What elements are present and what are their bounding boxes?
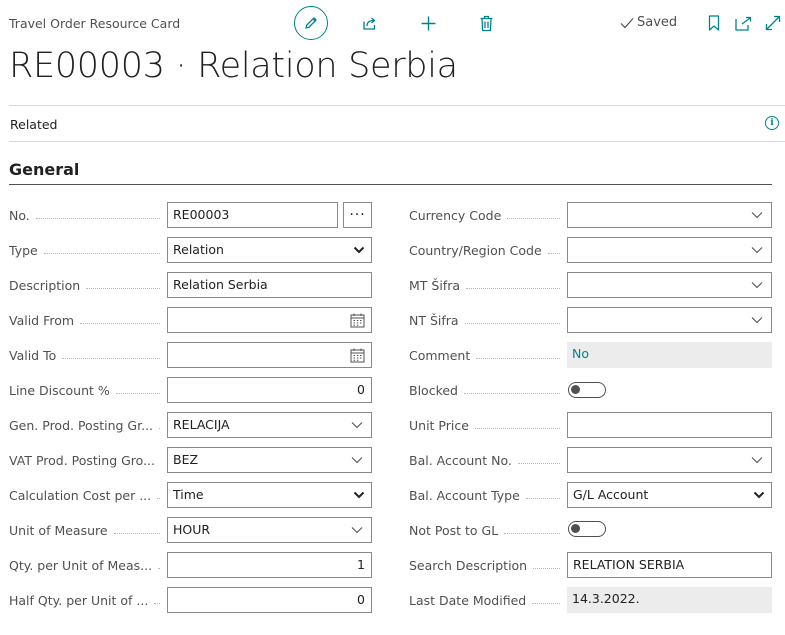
last-date-modified-value: 14.3.2022. [567, 587, 772, 613]
toggle-knob [571, 524, 580, 533]
label-valid-to: Valid To [9, 348, 160, 364]
label-type: Type [9, 243, 160, 259]
share-button[interactable] [359, 13, 379, 33]
expand-button[interactable] [764, 14, 782, 32]
comment-value[interactable]: No [567, 342, 772, 368]
calculation-cost-select[interactable]: Time [167, 482, 372, 508]
bookmark-button[interactable] [705, 14, 723, 32]
saved-label: Saved [637, 15, 678, 30]
lookup-ellipsis-icon: ··· [349, 207, 366, 223]
edit-button[interactable] [294, 6, 328, 40]
blocked-toggle[interactable] [568, 382, 606, 398]
bal-account-no-field[interactable] [567, 447, 772, 473]
label-line-discount: Line Discount % [9, 383, 160, 399]
toggle-knob [571, 385, 580, 394]
label-bal-account-type: Bal. Account Type [409, 488, 560, 504]
chevron-down-icon[interactable] [351, 420, 363, 430]
share-icon [362, 17, 375, 30]
add-icon [421, 16, 435, 30]
label-blocked: Blocked [409, 383, 560, 399]
nt-sifra-field[interactable] [567, 307, 772, 333]
no-assist-button[interactable]: ··· [343, 202, 372, 228]
saved-status: Saved [620, 15, 677, 30]
label-valid-from: Valid From [9, 313, 160, 329]
check-icon [620, 17, 634, 28]
label-description: Description [9, 278, 160, 294]
valid-from-field[interactable] [167, 307, 372, 333]
vat-prod-posting-group-field[interactable]: BEZ [167, 447, 372, 473]
section-title-general[interactable]: General [9, 160, 79, 179]
unit-price-field[interactable] [567, 412, 772, 438]
label-vat-prod-posting-group: VAT Prod. Posting Gro... [9, 453, 156, 468]
page-title: RE00003 · Relation Serbia [9, 46, 458, 86]
info-icon[interactable]: i [765, 116, 779, 130]
description-field[interactable]: Relation Serbia [167, 272, 372, 298]
currency-code-field[interactable] [567, 202, 772, 228]
chevron-down-icon[interactable] [351, 455, 363, 465]
mt-sifra-field[interactable] [567, 272, 772, 298]
label-bal-account-no: Bal. Account No. [409, 453, 560, 469]
type-select[interactable]: Relation [167, 237, 372, 263]
add-button[interactable] [418, 13, 438, 33]
section-underline [9, 184, 772, 185]
label-search-description: Search Description [409, 558, 560, 574]
chevron-down-icon[interactable] [751, 245, 763, 255]
expand-icon [765, 15, 781, 31]
line-discount-field[interactable]: 0 [167, 377, 372, 403]
label-no: No. [9, 208, 160, 224]
bal-account-type-select[interactable]: G/L Account [567, 482, 772, 508]
open-new-window-icon [734, 16, 751, 31]
bookmark-icon [708, 15, 720, 31]
label-calculation-cost: Calculation Cost per ... [9, 488, 160, 504]
open-new-window-button[interactable] [734, 14, 752, 32]
delete-icon [480, 15, 492, 31]
label-currency-code: Currency Code [409, 208, 560, 224]
qty-per-unit-of-measure-field[interactable]: 1 [167, 552, 372, 578]
valid-to-field[interactable] [167, 342, 372, 368]
half-qty-per-unit-field[interactable]: 0 [167, 587, 372, 613]
divider [9, 105, 785, 106]
chevron-down-icon[interactable] [751, 315, 763, 325]
chevron-down-icon [353, 246, 365, 254]
page-type-label: Travel Order Resource Card [9, 16, 181, 31]
delete-button[interactable] [476, 13, 496, 33]
chevron-down-icon[interactable] [351, 525, 363, 535]
label-half-qty-per-unit: Half Qty. per Unit of ... [9, 593, 160, 609]
label-last-date-modified: Last Date Modified [409, 593, 560, 609]
unit-of-measure-field[interactable]: HOUR [167, 517, 372, 543]
no-field[interactable]: RE00003 [167, 202, 338, 228]
label-mt-sifra: MT Šifra [409, 278, 560, 294]
search-description-field[interactable]: RELATION SERBIA [567, 552, 772, 578]
chevron-down-icon[interactable] [751, 455, 763, 465]
label-country-region-code: Country/Region Code [409, 243, 560, 259]
label-comment: Comment [409, 348, 560, 364]
chevron-down-icon [353, 491, 365, 499]
label-not-post-to-gl: Not Post to GL [409, 523, 560, 539]
gen-prod-posting-group-field[interactable]: RELACIJA [167, 412, 372, 438]
country-region-code-field[interactable] [567, 237, 772, 263]
chevron-down-icon [753, 491, 765, 499]
calendar-icon[interactable] [350, 313, 365, 328]
chevron-down-icon[interactable] [751, 280, 763, 290]
label-qty-per-unit-of-measure: Qty. per Unit of Meas... [9, 558, 160, 574]
chevron-down-icon[interactable] [751, 210, 763, 220]
label-unit-price: Unit Price [409, 418, 560, 434]
not-post-to-gl-toggle[interactable] [568, 521, 606, 537]
calendar-icon[interactable] [350, 348, 365, 363]
divider [9, 141, 785, 142]
label-nt-sifra: NT Šifra [409, 313, 560, 329]
edit-icon [305, 17, 317, 29]
related-menu[interactable]: Related [10, 117, 57, 132]
label-gen-prod-posting-group: Gen. Prod. Posting Gr... [9, 418, 160, 433]
label-unit-of-measure: Unit of Measure [9, 523, 160, 539]
